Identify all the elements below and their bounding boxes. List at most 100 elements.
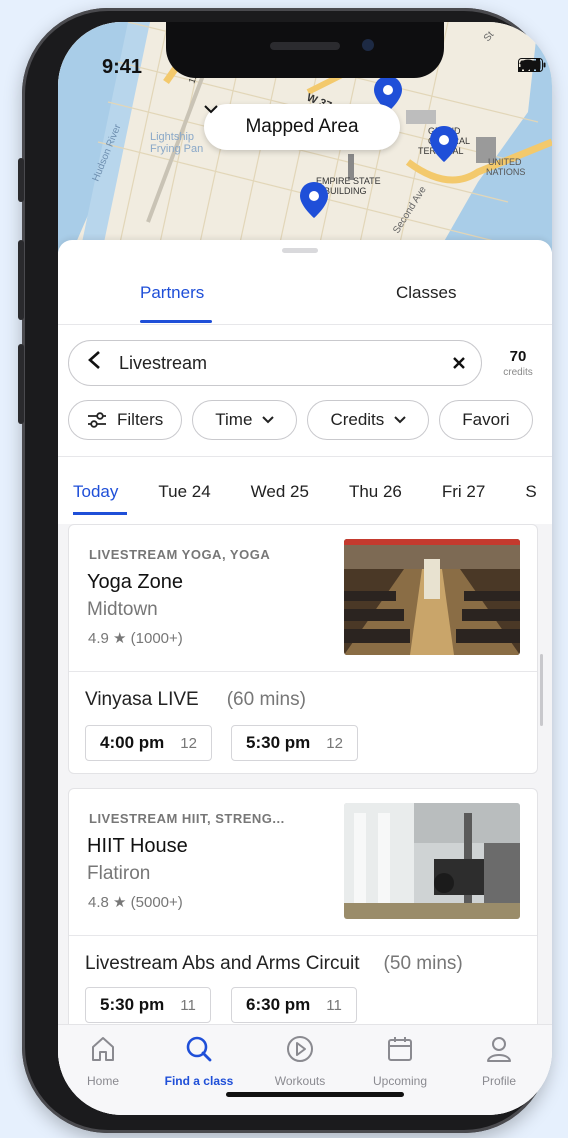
credits-count: 70	[509, 348, 527, 365]
partner-name: Yoga Zone	[87, 571, 184, 593]
favorites-filter-label: Favori	[462, 410, 510, 429]
clear-search-button[interactable]	[437, 349, 481, 377]
nav-find-a-class[interactable]: Find a class	[154, 1035, 244, 1088]
nav-home[interactable]: Home	[58, 1035, 148, 1088]
partner-category: LIVESTREAM YOGA, YOGA	[89, 547, 271, 562]
search-bar[interactable]: Livestream	[68, 340, 482, 386]
slot-spots: 11	[326, 996, 342, 1014]
tab-active-indicator	[140, 320, 212, 323]
app-screen: Lightship Frying Pan Hudson River W 37 G…	[58, 22, 552, 1115]
device-notch	[166, 22, 444, 78]
day-fri[interactable]: Fri 27	[442, 482, 485, 502]
slot-time: 4:00 pm	[100, 733, 165, 752]
slot-spots: 12	[326, 734, 343, 752]
volume-down-button	[18, 344, 24, 424]
chevron-down-icon	[262, 416, 275, 424]
svg-text:Frying Pan: Frying Pan	[150, 143, 203, 155]
studio-photo-image	[344, 803, 520, 919]
class-title-row[interactable]: Vinyasa LIVE (60 mins)	[85, 689, 306, 711]
credits-filter[interactable]: Credits	[307, 400, 430, 440]
nav-label: Profile	[481, 1074, 516, 1088]
chevron-left-icon	[88, 351, 100, 369]
favorites-filter[interactable]: Favori	[439, 400, 533, 440]
time-slot-button[interactable]: 6:30 pm 11	[231, 987, 357, 1023]
mapped-area-label: Mapped Area	[245, 116, 359, 137]
svg-text:Lightship: Lightship	[150, 131, 194, 143]
map-pin[interactable]	[300, 182, 328, 218]
time-filter-label: Time	[215, 410, 253, 429]
partner-photo[interactable]	[344, 539, 520, 655]
slot-spots: 11	[180, 996, 196, 1014]
partner-card[interactable]: LIVESTREAM YOGA, YOGA Yoga Zone Midtown …	[68, 524, 538, 774]
slot-time: 5:30 pm	[100, 995, 165, 1014]
day-wed[interactable]: Wed 25	[251, 482, 309, 502]
svg-text:Second Ave: Second Ave	[391, 184, 429, 235]
sheet-grabber[interactable]	[282, 248, 318, 253]
home-indicator[interactable]	[226, 1092, 404, 1097]
partner-category: LIVESTREAM HIIT, STRENG...	[89, 811, 285, 826]
tab-classes[interactable]: Classes	[396, 283, 456, 303]
volume-up-button	[18, 240, 24, 320]
class-title-row[interactable]: Livestream Abs and Arms Circuit (50 mins)	[85, 953, 525, 975]
partner-location: Midtown	[87, 599, 158, 620]
svg-text:EMPIRE STATE: EMPIRE STATE	[316, 176, 381, 186]
day-thu[interactable]: Thu 26	[349, 482, 402, 502]
mapped-area-dropdown[interactable]: Mapped Area	[204, 104, 400, 150]
nav-profile[interactable]: Profile	[454, 1035, 544, 1088]
filter-chips: Filters Time Credits Favori	[68, 400, 552, 440]
divider	[69, 671, 537, 672]
calendar-icon	[388, 1037, 412, 1061]
tab-partners[interactable]: Partners	[140, 283, 204, 303]
date-selector: Today Tue 24 Wed 25 Thu 26 Fri 27 S	[73, 482, 552, 502]
nav-label: Upcoming	[372, 1074, 428, 1088]
filters-label: Filters	[117, 410, 164, 429]
day-tue[interactable]: Tue 24	[158, 482, 210, 502]
nav-upcoming[interactable]: Upcoming	[355, 1035, 445, 1088]
filters-button[interactable]: Filters	[68, 400, 183, 440]
divider	[58, 456, 552, 457]
slot-spots: 12	[180, 734, 197, 752]
search-input[interactable]: Livestream	[119, 353, 437, 374]
search-icon	[186, 1036, 212, 1062]
battery-icon	[518, 58, 546, 72]
play-icon	[287, 1036, 313, 1062]
partner-rating: 4.8 ★ (5000+)	[88, 894, 183, 911]
credits-balance[interactable]: 70 credits	[488, 348, 548, 378]
nav-workouts[interactable]: Workouts	[255, 1035, 345, 1088]
time-slot-button[interactable]: 5:30 pm 12	[231, 725, 358, 761]
day-active-indicator	[73, 512, 127, 515]
partner-rating: 4.9 ★ (1000+)	[88, 630, 183, 647]
class-duration: (50 mins)	[383, 953, 463, 974]
partner-name: HIIT House	[87, 835, 188, 857]
partner-photo[interactable]	[344, 803, 520, 919]
day-today[interactable]: Today	[73, 482, 118, 502]
svg-text:BUILDING: BUILDING	[324, 186, 367, 196]
credits-label: credits	[503, 367, 533, 378]
back-button[interactable]	[69, 350, 119, 376]
chevron-down-icon	[394, 416, 407, 424]
mute-switch	[18, 158, 24, 202]
divider	[69, 935, 537, 936]
studio-photo-image	[344, 539, 520, 655]
speaker-grille	[270, 42, 340, 50]
time-filter[interactable]: Time	[192, 400, 298, 440]
person-icon	[487, 1037, 511, 1062]
results-list[interactable]: LIVESTREAM YOGA, YOGA Yoga Zone Midtown …	[58, 524, 552, 1024]
front-camera	[362, 39, 374, 51]
chevron-down-icon	[204, 105, 218, 114]
map-pin[interactable]	[430, 126, 458, 162]
partner-card[interactable]: LIVESTREAM HIIT, STRENG... HIIT House Fl…	[68, 788, 538, 1024]
time-slot-button[interactable]: 5:30 pm 11	[85, 987, 211, 1023]
bottom-nav: Home Find a class Workouts Upcoming Prof…	[58, 1024, 552, 1115]
sliders-icon	[88, 412, 106, 428]
scrollbar[interactable]	[540, 654, 543, 726]
slot-time: 6:30 pm	[246, 995, 311, 1014]
class-title: Livestream Abs and Arms Circuit	[85, 953, 360, 974]
home-icon	[92, 1037, 114, 1061]
nav-label: Find a class	[164, 1074, 234, 1088]
map-view[interactable]: Lightship Frying Pan Hudson River W 37 G…	[58, 22, 552, 252]
time-slot-button[interactable]: 4:00 pm 12	[85, 725, 212, 761]
credits-filter-label: Credits	[330, 410, 385, 429]
day-sat[interactable]: S	[525, 482, 536, 502]
nav-label: Home	[86, 1074, 119, 1088]
